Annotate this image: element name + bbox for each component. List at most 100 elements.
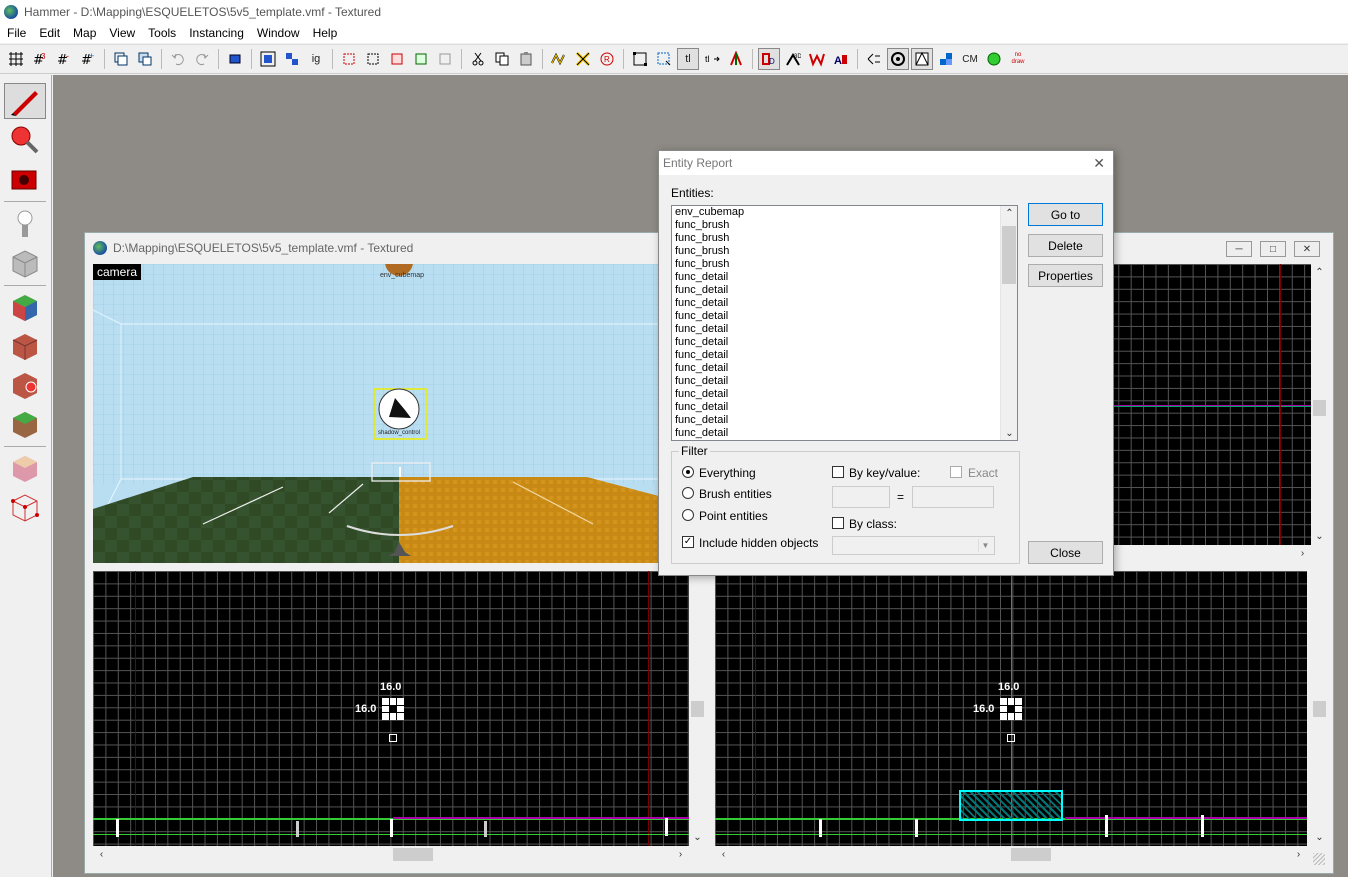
- load-window-state-icon[interactable]: [110, 48, 132, 70]
- dialog-close-icon[interactable]: ✕: [1093, 155, 1105, 172]
- carve-icon[interactable]: [224, 48, 246, 70]
- properties-button[interactable]: Properties: [1028, 264, 1103, 287]
- entity-list-item[interactable]: func_detail: [672, 310, 1017, 323]
- menu-window[interactable]: Window: [250, 26, 306, 40]
- toggle-models-icon[interactable]: [572, 48, 594, 70]
- entity-list-item[interactable]: func_brush: [672, 258, 1017, 271]
- toggle-wireframe-icon[interactable]: [911, 48, 933, 70]
- by-class-checkbox[interactable]: [832, 517, 844, 529]
- entity-list-item[interactable]: func_detail: [672, 271, 1017, 284]
- menu-file[interactable]: File: [0, 26, 32, 40]
- texture-lock-toggle-button[interactable]: tl: [677, 48, 699, 70]
- hide-selected-icon[interactable]: [338, 48, 360, 70]
- scroll-left-icon[interactable]: ‹: [93, 846, 110, 863]
- scroll-thumb[interactable]: [393, 848, 433, 861]
- visgroup-2-icon[interactable]: [434, 48, 456, 70]
- brush-entities-label[interactable]: Brush entities: [699, 487, 772, 501]
- scroll-right-icon[interactable]: ›: [672, 846, 689, 863]
- light-entity-icon[interactable]: [1000, 698, 1022, 720]
- goal-wireframe[interactable]: [959, 790, 1063, 821]
- undo-icon[interactable]: [167, 48, 189, 70]
- menu-tools[interactable]: Tools: [141, 26, 182, 40]
- grid-3d-icon[interactable]: #3: [29, 48, 51, 70]
- selection-box-icon[interactable]: [629, 48, 651, 70]
- scroll-left-icon[interactable]: ‹: [715, 846, 732, 863]
- copy-icon[interactable]: [491, 48, 513, 70]
- light-entity-icon[interactable]: [382, 698, 404, 720]
- entity-list-scrollbar[interactable]: ⌃ ⌄: [1000, 206, 1017, 440]
- close-button[interactable]: Close: [1028, 541, 1103, 564]
- everything-label[interactable]: Everything: [699, 466, 756, 480]
- ungroup-icon[interactable]: [281, 48, 303, 70]
- scroll-thumb[interactable]: [1313, 701, 1326, 717]
- camera-tool-icon[interactable]: [4, 161, 46, 197]
- scroll-thumb[interactable]: [691, 701, 704, 717]
- scroll-down-icon[interactable]: ⌄: [1311, 829, 1328, 846]
- entity-list-item[interactable]: func_brush: [672, 219, 1017, 232]
- entity-list-item[interactable]: func_detail: [672, 414, 1017, 427]
- menu-edit[interactable]: Edit: [32, 26, 66, 40]
- entity-list-item[interactable]: func_brush: [672, 232, 1017, 245]
- point-entities-radio[interactable]: [682, 509, 694, 521]
- unhide-all-icon[interactable]: [386, 48, 408, 70]
- entity-list-item[interactable]: func_detail: [672, 388, 1017, 401]
- top-view-vscrollbar[interactable]: ⌃ ⌄: [1311, 264, 1328, 545]
- scroll-up-icon[interactable]: ⌃: [1001, 206, 1017, 220]
- scroll-down-icon[interactable]: ⌄: [1001, 426, 1017, 440]
- 3d-grid-icon[interactable]: 3D: [782, 48, 804, 70]
- front-view-vscrollbar[interactable]: ⌄: [689, 571, 706, 846]
- visgroup-icon[interactable]: [410, 48, 432, 70]
- texture-lock-icon[interactable]: [653, 48, 675, 70]
- point-entities-label[interactable]: Point entities: [699, 509, 768, 523]
- selection-tool-icon[interactable]: [4, 83, 46, 119]
- by-class-label[interactable]: By class:: [849, 517, 897, 531]
- menu-help[interactable]: Help: [306, 26, 344, 40]
- scroll-up-icon[interactable]: ⌃: [1311, 264, 1328, 281]
- block-tool-icon[interactable]: [4, 245, 46, 281]
- menu-view[interactable]: View: [102, 26, 141, 40]
- vertex-tool-icon[interactable]: [4, 489, 46, 525]
- resize-grip-icon[interactable]: [1313, 853, 1325, 865]
- include-hidden-checkbox[interactable]: ✓: [682, 536, 694, 548]
- texture-scale-lock-icon[interactable]: tl: [701, 48, 723, 70]
- side-view-viewport[interactable]: 16.0 16.0: [715, 571, 1307, 846]
- entity-list-item[interactable]: func_detail: [672, 323, 1017, 336]
- toggle-cordon-icon[interactable]: [725, 48, 747, 70]
- show-2d-entity-icon[interactable]: D: [758, 48, 780, 70]
- maximize-button[interactable]: □: [1260, 241, 1286, 257]
- delete-button[interactable]: Delete: [1028, 234, 1103, 257]
- side-view-hscrollbar[interactable]: ‹ ›: [715, 846, 1307, 863]
- compile-icon[interactable]: [983, 48, 1005, 70]
- entity-list-item[interactable]: func_detail: [672, 427, 1017, 440]
- decal-tool-icon[interactable]: [4, 367, 46, 403]
- paste-icon[interactable]: [515, 48, 537, 70]
- scroll-right-icon[interactable]: ›: [1290, 846, 1307, 863]
- minimize-button[interactable]: ─: [1226, 241, 1252, 257]
- show-connections-icon[interactable]: [806, 48, 828, 70]
- side-view-vscrollbar[interactable]: ⌄: [1311, 571, 1328, 846]
- entity-list-item[interactable]: env_cubemap: [672, 206, 1017, 219]
- everything-radio[interactable]: [682, 466, 694, 478]
- entity-list-item[interactable]: func_brush: [672, 245, 1017, 258]
- scroll-down-icon[interactable]: ⌄: [689, 829, 706, 846]
- close-document-button[interactable]: ✕: [1294, 241, 1320, 257]
- entity-list-item[interactable]: func_detail: [672, 375, 1017, 388]
- value-input[interactable]: [912, 486, 994, 508]
- group-icon[interactable]: [257, 48, 279, 70]
- grid-toggle-icon[interactable]: [5, 48, 27, 70]
- overlay-tool-icon[interactable]: [4, 406, 46, 442]
- front-view-hscrollbar[interactable]: ‹ ›: [93, 846, 689, 863]
- clipping-tool-icon[interactable]: [4, 450, 46, 486]
- menu-instancing[interactable]: Instancing: [182, 26, 250, 40]
- goto-button[interactable]: Go to: [1028, 203, 1103, 226]
- camera-viewport[interactable]: camera env_cubemap shadow_control: [93, 264, 689, 563]
- apply-texture-tool-icon[interactable]: [4, 328, 46, 364]
- toggle-helpers-icon[interactable]: [548, 48, 570, 70]
- by-keyvalue-checkbox[interactable]: [832, 466, 844, 478]
- nodraw-icon[interactable]: no draw: [1007, 48, 1029, 70]
- magnify-tool-icon[interactable]: [4, 122, 46, 158]
- entity-list-item[interactable]: func_detail: [672, 284, 1017, 297]
- scroll-thumb[interactable]: [1313, 400, 1326, 416]
- toggle-autoselect-icon[interactable]: [863, 48, 885, 70]
- include-hidden-label[interactable]: Include hidden objects: [699, 536, 818, 550]
